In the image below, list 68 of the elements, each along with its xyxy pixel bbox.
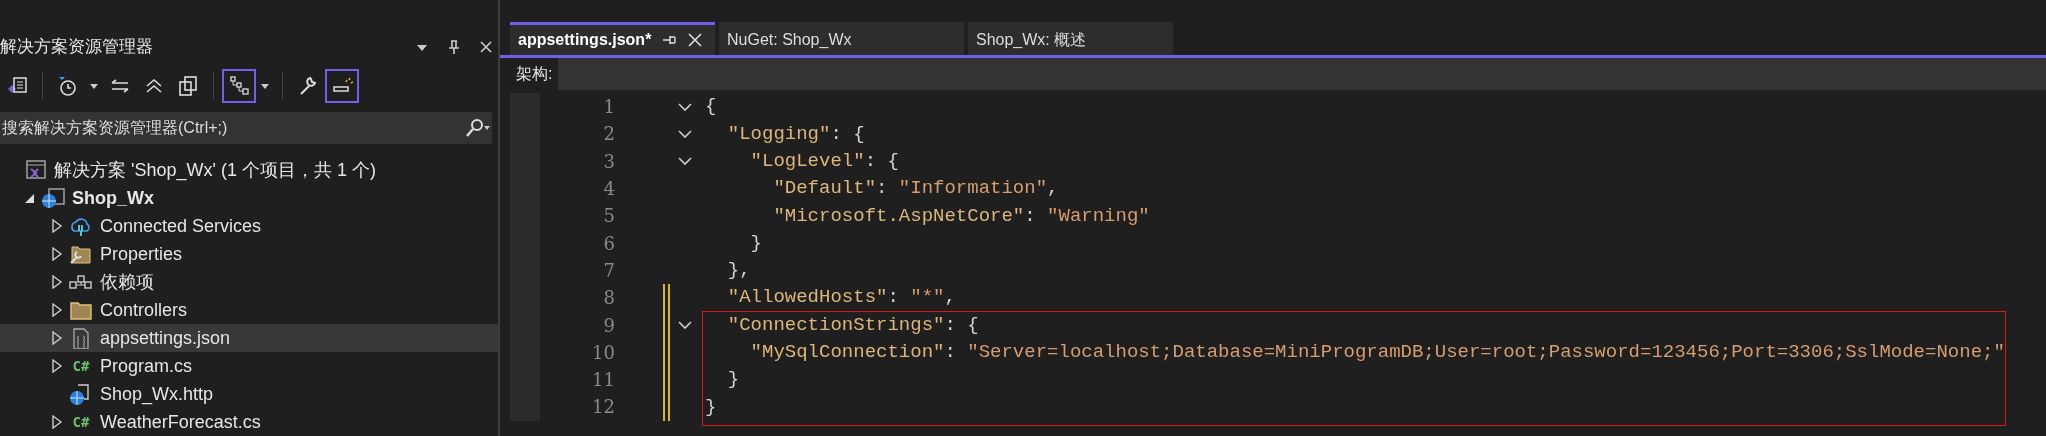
structure-label: 架构:: [515, 64, 554, 84]
preview-button[interactable]: [325, 69, 359, 103]
code-line: "AllowedHosts": "*",: [726, 285, 956, 311]
fold-chevron-icon[interactable]: [677, 156, 693, 167]
line-number: 8: [602, 286, 615, 311]
search-field[interactable]: 搜索解决方案资源管理器(Ctrl+;): [0, 112, 462, 144]
caret-icon: [260, 82, 270, 90]
tree-item[interactable]: C# Program.cs: [0, 352, 498, 380]
code-line: "MySqlConnection": "Server=localhost;Database=MiniProgramDB;User=root;Password=123456;Port=3306;SslMode=None;": [749, 340, 2005, 366]
tree-item[interactable]: Controllers: [0, 296, 498, 324]
tree-item[interactable]: Shop_Wx: [0, 184, 498, 212]
collapsed-arrow-icon[interactable]: [51, 275, 63, 289]
code-line: "Logging": {: [726, 121, 865, 147]
search-icon[interactable]: [462, 112, 492, 144]
tree-item[interactable]: 解决方案 'Shop_Wx' (1 个项目，共 1 个): [0, 156, 498, 184]
close-icon: [478, 39, 494, 55]
csharp-icon: C#: [68, 355, 94, 377]
collapsed-arrow-icon[interactable]: [51, 303, 63, 317]
editor-tab[interactable]: appsettings.json*: [510, 22, 715, 55]
fold-chevron-icon[interactable]: [677, 128, 693, 139]
code-line: },: [726, 258, 751, 284]
expanded-arrow-icon[interactable]: [23, 192, 35, 204]
pin-icon: [446, 39, 462, 55]
collapsed-arrow-icon[interactable]: [51, 415, 63, 429]
tree-view-button[interactable]: [222, 69, 256, 103]
collapsed-arrow-icon[interactable]: [51, 331, 63, 345]
collapsed-arrow-icon[interactable]: [51, 219, 63, 233]
code-line: "Default": "Information",: [772, 176, 1059, 202]
collapsed-arrow-icon[interactable]: [51, 359, 63, 373]
line-number: 6: [602, 231, 615, 256]
line-number: 9: [602, 313, 615, 338]
line-number: 12: [591, 395, 615, 420]
line-number: 4: [602, 177, 615, 202]
line-number: 7: [602, 258, 615, 283]
code-line: }: [726, 367, 740, 393]
code-line: {: [705, 94, 717, 120]
caret-icon: [89, 82, 99, 90]
code-line: "ConnectionStrings": {: [726, 312, 979, 338]
folder-icon: [68, 299, 94, 321]
tree-item[interactable]: C# WeatherForecast.cs: [0, 408, 498, 436]
close-icon[interactable]: [687, 32, 704, 48]
tree-item[interactable]: appsettings.json: [0, 324, 498, 352]
code-line: }: [749, 230, 762, 256]
line-number: 1: [602, 95, 615, 120]
editor-tab[interactable]: Shop_Wx: 概述: [968, 22, 1173, 55]
tree-item[interactable]: Shop_Wx.http: [0, 380, 498, 408]
code-line: "Microsoft.AspNetCore": "Warning": [772, 203, 1150, 229]
tree-item[interactable]: 依赖项: [0, 268, 498, 296]
tree-view-icon: [228, 75, 250, 97]
history-icon: [57, 75, 79, 97]
line-number: 11: [591, 368, 615, 393]
line-number: 3: [602, 149, 615, 174]
panel-title: 解决方案资源管理器: [0, 36, 154, 59]
editor-tab[interactable]: NuGet: Shop_Wx: [719, 22, 964, 55]
tree-item[interactable]: Properties: [0, 240, 498, 268]
globe-window-icon: [40, 187, 66, 209]
code-line: }: [705, 394, 717, 420]
fold-chevron-icon[interactable]: [677, 320, 693, 330]
copy-windows-icon: [177, 75, 199, 97]
line-number: 10: [591, 340, 615, 365]
csharp-icon: C#: [68, 411, 94, 433]
line-number: 2: [602, 122, 615, 147]
line-number: 5: [602, 204, 615, 229]
fold-chevron-icon[interactable]: [677, 101, 693, 112]
wrench-folder-icon: [68, 243, 94, 265]
code-line: "LogLevel": {: [749, 149, 899, 174]
collapsed-arrow-icon[interactable]: [51, 247, 63, 261]
tree-item[interactable]: Connected Services: [0, 212, 498, 240]
